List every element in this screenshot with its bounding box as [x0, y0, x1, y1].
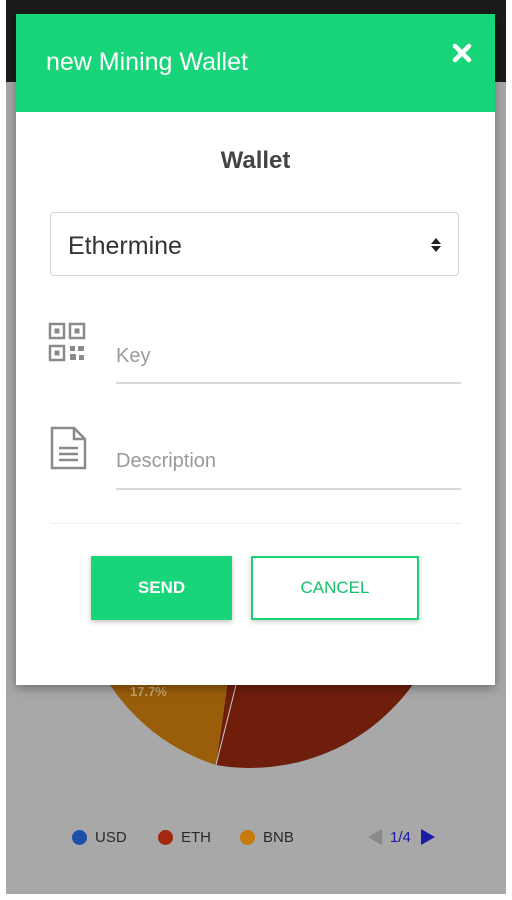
legend-pager: 1/4 [368, 829, 435, 846]
legend-dot [72, 829, 87, 845]
legend-dot [158, 829, 173, 845]
legend-label: BNB [263, 828, 294, 846]
legend-dot [240, 829, 255, 845]
section-title: Wallet [220, 147, 291, 174]
legend-label: USD [95, 828, 127, 846]
form-divider [50, 523, 461, 524]
legend-item-usd[interactable]: USD [72, 829, 127, 846]
prev-page-icon[interactable] [368, 829, 382, 845]
document-icon [50, 426, 87, 470]
pie-slice-label: 17.7% [130, 684, 167, 699]
page-indicator: 1/4 [390, 828, 411, 846]
qr-code-icon [48, 322, 86, 362]
next-page-icon[interactable] [420, 829, 435, 845]
modal-header: new Mining Wallet [16, 14, 495, 112]
pool-select[interactable]: Ethermine [50, 212, 459, 276]
cancel-button[interactable]: CANCEL [251, 556, 419, 620]
send-button[interactable]: SEND [91, 556, 232, 620]
close-icon[interactable] [451, 42, 473, 64]
legend-item-eth[interactable]: ETH [158, 829, 211, 846]
select-caret-icon [431, 238, 441, 252]
key-input[interactable] [116, 330, 461, 384]
description-input[interactable] [116, 434, 461, 490]
new-wallet-modal: new Mining Wallet Wallet Ethermine Key D… [16, 14, 495, 685]
modal-title: new Mining Wallet [46, 48, 248, 76]
legend-label: ETH [181, 828, 211, 846]
pool-select-value: Ethermine [68, 232, 182, 260]
chart-legend: USD ETH BNB 1/4 [6, 820, 506, 854]
legend-item-bnb[interactable]: BNB [240, 829, 294, 846]
